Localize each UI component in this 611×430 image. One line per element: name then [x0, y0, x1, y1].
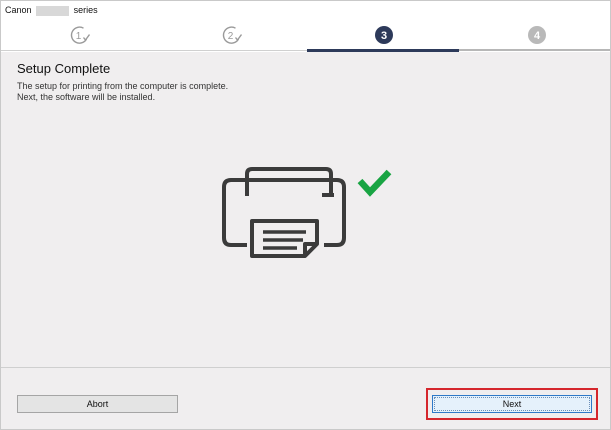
step-1-number: 1: [76, 31, 82, 42]
step-4-number: 4: [534, 30, 541, 42]
step-done-icon: 1: [70, 26, 90, 44]
title-suffix: series: [73, 5, 98, 15]
step-3-active: 3: [374, 25, 394, 45]
step-4-upcoming: 4: [527, 25, 547, 45]
title-prefix: Canon: [5, 5, 32, 15]
upcoming-step-underline: [459, 49, 610, 51]
main-content: Setup Complete The setup for printing fr…: [1, 52, 610, 368]
step-2-number: 2: [228, 31, 234, 42]
abort-button[interactable]: Abort: [17, 395, 178, 413]
step-upcoming-icon: 4: [528, 26, 546, 44]
setup-description: The setup for printing from the computer…: [17, 81, 228, 103]
installer-window: Canon series 1 2 3 4 Setup Complete The …: [0, 0, 611, 430]
next-button[interactable]: Next: [432, 395, 592, 413]
setup-complete-illustration: [219, 162, 399, 322]
step-indicator: 1 2 3 4: [1, 20, 610, 52]
step-active-icon: 3: [375, 26, 393, 44]
title-bar: Canon series: [1, 1, 610, 20]
printer-icon: [222, 167, 346, 258]
step-3-number: 3: [381, 30, 387, 42]
step-1-done: 1: [70, 25, 90, 45]
redacted-model-name: [36, 5, 70, 16]
check-mark-icon: [357, 169, 392, 197]
description-line-1: The setup for printing from the computer…: [17, 81, 229, 91]
page-title: Setup Complete: [17, 61, 111, 76]
description-line-2: Next, the software will be installed.: [17, 92, 156, 102]
step-done-icon: 2: [222, 26, 242, 44]
step-progress-line: [1, 50, 307, 51]
footer-divider: [1, 367, 610, 368]
step-2-done: 2: [222, 25, 242, 45]
